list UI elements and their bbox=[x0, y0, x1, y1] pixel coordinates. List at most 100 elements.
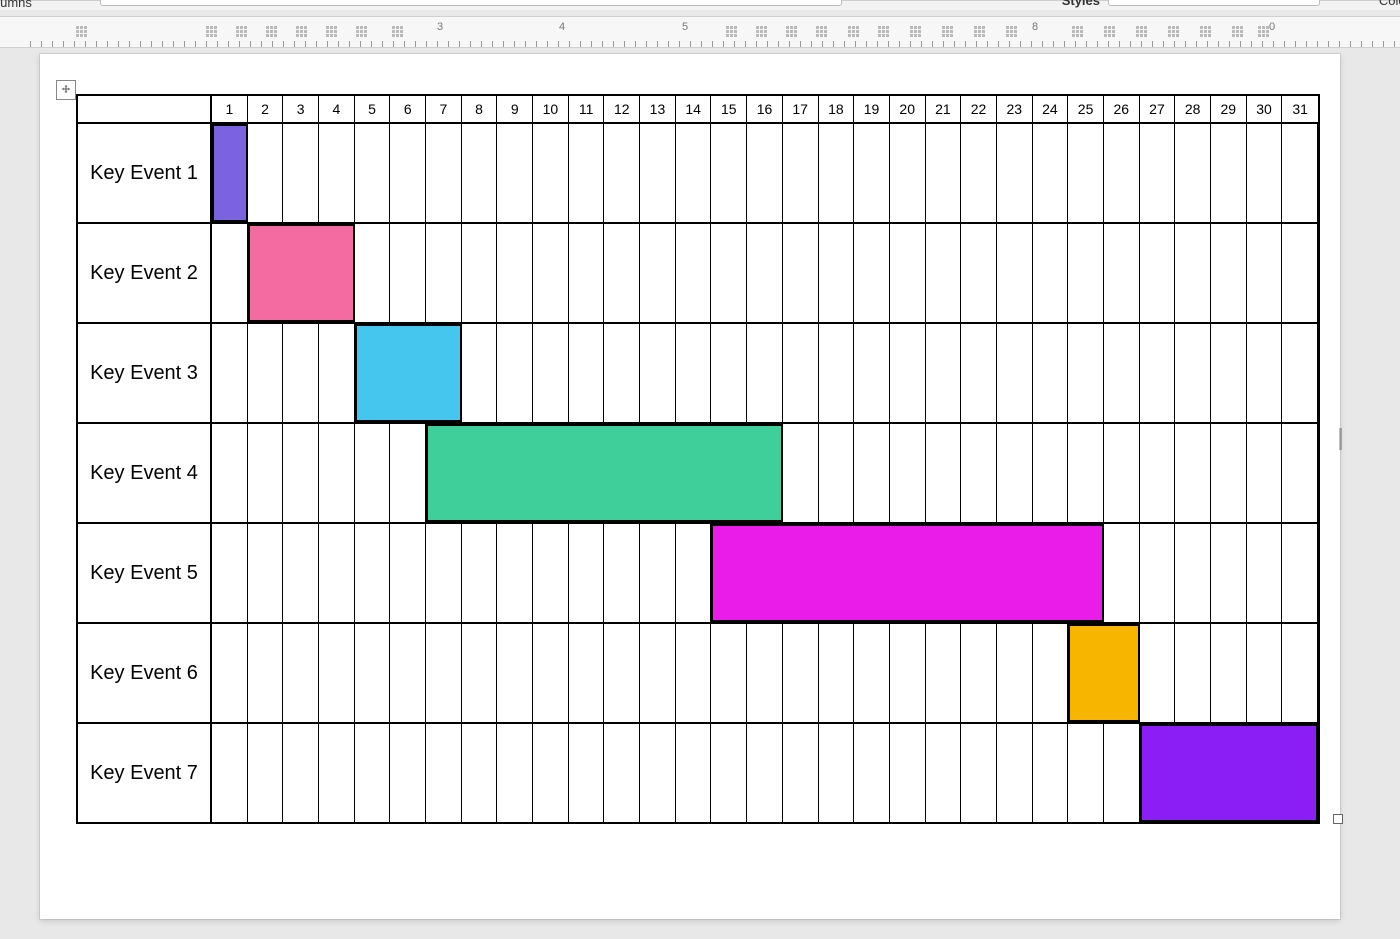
ruler-tick bbox=[976, 41, 977, 47]
ruler-tick bbox=[1295, 41, 1296, 47]
ruler-tick bbox=[41, 41, 42, 47]
ruler-tick bbox=[338, 41, 339, 47]
gantt-bar[interactable] bbox=[355, 324, 462, 422]
ruler-tick bbox=[85, 41, 86, 47]
ruler-tabstop-icon bbox=[356, 26, 367, 37]
gantt-day-header: 26 bbox=[1104, 96, 1140, 122]
table-resize-handle[interactable] bbox=[1333, 814, 1343, 824]
gantt-cell bbox=[248, 624, 284, 722]
gantt-bar[interactable] bbox=[426, 424, 783, 522]
gantt-cell bbox=[1211, 224, 1247, 322]
gantt-cell bbox=[711, 724, 747, 822]
ruler-tick bbox=[1394, 41, 1395, 47]
gantt-cell bbox=[640, 224, 676, 322]
gantt-row: Key Event 1 bbox=[78, 122, 1318, 222]
ruler-tick bbox=[437, 41, 438, 47]
gantt-cell bbox=[1247, 124, 1283, 222]
gantt-bar[interactable] bbox=[1068, 624, 1139, 722]
gantt-cell bbox=[604, 324, 640, 422]
ruler-tick bbox=[195, 41, 196, 47]
gantt-cell bbox=[248, 524, 284, 622]
gantt-row-label: Key Event 3 bbox=[78, 324, 212, 422]
gantt-bar[interactable] bbox=[248, 224, 355, 322]
gantt-cell bbox=[890, 624, 926, 722]
gantt-day-header: 24 bbox=[1033, 96, 1069, 122]
ruler-tick bbox=[712, 41, 713, 47]
gantt-row-label: Key Event 6 bbox=[78, 624, 212, 722]
gantt-cell bbox=[997, 124, 1033, 222]
ruler-tick bbox=[558, 41, 559, 47]
styles-label: Styles bbox=[1062, 0, 1100, 8]
gantt-cell bbox=[1282, 524, 1318, 622]
ruler-tabstop-icon bbox=[910, 26, 921, 37]
gantt-cell bbox=[997, 724, 1033, 822]
ruler-tick bbox=[1251, 41, 1252, 47]
gantt-cell bbox=[997, 224, 1033, 322]
gantt-cell bbox=[497, 624, 533, 722]
gantt-row: Key Event 3 bbox=[78, 322, 1318, 422]
gantt-cell bbox=[854, 324, 890, 422]
gantt-cell bbox=[747, 124, 783, 222]
ruler-tick bbox=[1273, 41, 1274, 47]
ruler-tick bbox=[1328, 41, 1329, 47]
gantt-cell bbox=[248, 424, 284, 522]
gantt-cell bbox=[640, 624, 676, 722]
gantt-day-header: 15 bbox=[711, 96, 747, 122]
gantt-row-grid bbox=[212, 424, 1318, 522]
gantt-cell bbox=[533, 224, 569, 322]
ruler-tick bbox=[1350, 41, 1351, 47]
gantt-cell bbox=[711, 624, 747, 722]
gantt-cell bbox=[1211, 424, 1247, 522]
horizontal-ruler[interactable]: 34580 bbox=[0, 16, 1400, 48]
ruler-tabstop-icon bbox=[1006, 26, 1017, 37]
gantt-cell bbox=[462, 524, 498, 622]
gantt-cell bbox=[319, 624, 355, 722]
gantt-cell bbox=[426, 124, 462, 222]
gantt-day-header: 21 bbox=[926, 96, 962, 122]
styles-dropdown[interactable] bbox=[1108, 0, 1320, 6]
gantt-cell bbox=[283, 324, 319, 422]
gantt-day-header: 3 bbox=[283, 96, 319, 122]
gantt-day-header: 20 bbox=[890, 96, 926, 122]
ruler-tick bbox=[1064, 41, 1065, 47]
ruler-tabstop-icon bbox=[942, 26, 953, 37]
gantt-bar[interactable] bbox=[212, 124, 248, 222]
gantt-cell bbox=[1211, 124, 1247, 222]
ruler-tick bbox=[646, 41, 647, 47]
ruler-tabstop-icon bbox=[296, 26, 307, 37]
gantt-cell bbox=[1247, 424, 1283, 522]
gantt-cell bbox=[783, 424, 819, 522]
ruler-tick bbox=[811, 41, 812, 47]
ruler-number: 5 bbox=[682, 21, 688, 33]
gantt-cell bbox=[1104, 724, 1140, 822]
ruler-tick bbox=[965, 41, 966, 47]
gantt-cell bbox=[783, 624, 819, 722]
gantt-cell bbox=[1175, 324, 1211, 422]
gantt-row: Key Event 4 bbox=[78, 422, 1318, 522]
ruler-number: 3 bbox=[437, 21, 443, 33]
ruler-tick bbox=[52, 41, 53, 47]
gantt-cell bbox=[462, 224, 498, 322]
gantt-cell bbox=[248, 124, 284, 222]
ruler-tick bbox=[1372, 41, 1373, 47]
ruler-tabstop-icon bbox=[816, 26, 827, 37]
gantt-cell bbox=[1175, 424, 1211, 522]
gantt-cell bbox=[283, 124, 319, 222]
ruler-tick bbox=[877, 41, 878, 47]
toolbar-field[interactable] bbox=[100, 0, 842, 6]
gantt-bar[interactable] bbox=[1140, 724, 1318, 822]
gantt-day-header: 11 bbox=[569, 96, 605, 122]
table-move-handle[interactable] bbox=[56, 80, 76, 100]
ruler-tick bbox=[525, 41, 526, 47]
ruler-tick bbox=[756, 41, 757, 47]
ruler-tick bbox=[1031, 41, 1032, 47]
gantt-chart-table[interactable]: 1234567891011121314151617181920212223242… bbox=[76, 94, 1320, 824]
gantt-cell bbox=[1033, 724, 1069, 822]
gantt-cell bbox=[1140, 224, 1176, 322]
ruler-tick bbox=[151, 41, 152, 47]
gantt-bar[interactable] bbox=[711, 524, 1103, 622]
ruler-tick bbox=[239, 41, 240, 47]
gantt-row-grid bbox=[212, 724, 1318, 822]
gantt-day-header: 28 bbox=[1175, 96, 1211, 122]
gantt-row: Key Event 7 bbox=[78, 722, 1318, 822]
